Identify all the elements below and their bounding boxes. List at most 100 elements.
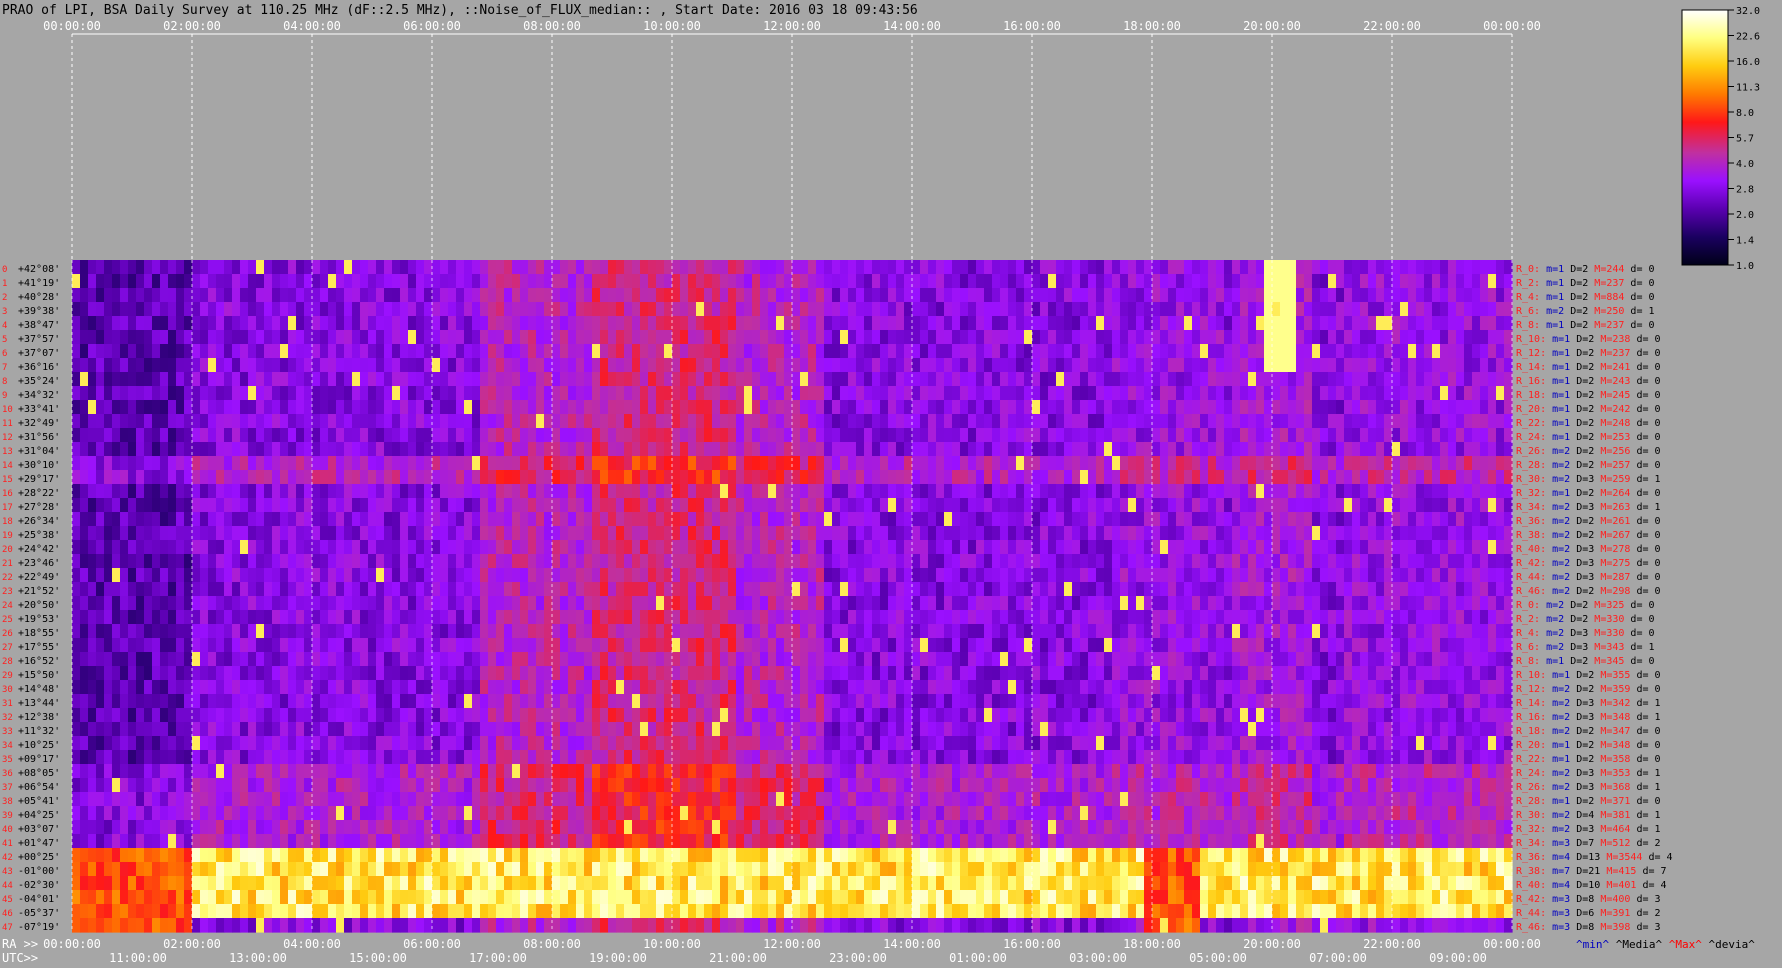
heatmap-cell (104, 708, 113, 723)
heatmap-cell (792, 344, 801, 359)
heatmap-cell (304, 918, 313, 933)
heatmap-cell (128, 834, 137, 849)
heatmap-cell (80, 372, 89, 387)
heatmap-cell (560, 750, 569, 765)
heatmap-cell (288, 428, 297, 443)
heatmap-cell (648, 414, 657, 429)
heatmap-cell (368, 386, 377, 401)
heatmap-cell (736, 288, 745, 303)
heatmap-cell (200, 442, 209, 457)
heatmap-cell (448, 428, 457, 443)
heatmap-cell (240, 820, 249, 835)
heatmap-cell (192, 666, 201, 681)
heatmap-cell (96, 274, 105, 289)
heatmap-cell (784, 834, 793, 849)
heatmap-cell (136, 470, 145, 485)
heatmap-cell (528, 386, 537, 401)
heatmap-cell (280, 582, 289, 597)
heatmap-cell (376, 666, 385, 681)
heatmap-cell (704, 638, 713, 653)
heatmap-cell (368, 456, 377, 471)
heatmap-cell (640, 764, 649, 779)
heatmap-cell (624, 526, 633, 541)
heatmap-cell (160, 260, 169, 275)
heatmap-cell (360, 638, 369, 653)
heatmap-cell (128, 512, 137, 527)
heatmap-cell (416, 568, 425, 583)
heatmap-cell (736, 568, 745, 583)
heatmap-cell (440, 764, 449, 779)
heatmap-cell (512, 652, 521, 667)
heatmap-cell (600, 722, 609, 737)
heatmap-cell (320, 344, 329, 359)
heatmap-cell (120, 414, 129, 429)
heatmap-cell (704, 862, 713, 877)
heatmap-cell (840, 596, 849, 611)
heatmap-cell (680, 540, 689, 555)
heatmap-cell (536, 918, 545, 933)
heatmap-cell (112, 666, 121, 681)
heatmap-cell (480, 722, 489, 737)
heatmap-cell (72, 316, 81, 331)
heatmap-cell (240, 554, 249, 569)
heatmap-cell (872, 498, 881, 513)
heatmap-cell (832, 694, 841, 709)
heatmap-cell (176, 470, 185, 485)
heatmap-cell (384, 848, 393, 863)
heatmap-cell (800, 428, 809, 443)
heatmap-cell (360, 918, 369, 933)
heatmap-cell (392, 820, 401, 835)
heatmap-cell (424, 540, 433, 555)
heatmap-cell (192, 414, 201, 429)
heatmap-cell (176, 386, 185, 401)
heatmap-cell (776, 862, 785, 877)
heatmap-cell (616, 540, 625, 555)
heatmap-cell (768, 568, 777, 583)
heatmap-cell (176, 918, 185, 933)
heatmap-cell (824, 470, 833, 485)
heatmap-cell (504, 456, 513, 471)
heatmap-cell (736, 708, 745, 723)
heatmap-cell (144, 442, 153, 457)
heatmap-cell (544, 358, 553, 373)
heatmap-cell (136, 792, 145, 807)
heatmap-cell (400, 372, 409, 387)
heatmap-cell (408, 904, 417, 919)
heatmap-cell (888, 442, 897, 457)
heatmap-cell (576, 386, 585, 401)
heatmap-cell (680, 890, 689, 905)
heatmap-cell (88, 876, 97, 891)
heatmap-cell (152, 624, 161, 639)
heatmap-cell (336, 750, 345, 765)
heatmap-cell (584, 666, 593, 681)
heatmap-cell (840, 316, 849, 331)
heatmap-cell (768, 358, 777, 373)
heatmap-cell (816, 428, 825, 443)
heatmap-cell (208, 442, 217, 457)
heatmap-cell (832, 638, 841, 653)
heatmap-cell (776, 638, 785, 653)
heatmap-cell (264, 862, 273, 877)
heatmap-cell (168, 372, 177, 387)
heatmap-cell (280, 596, 289, 611)
heatmap-cell (576, 666, 585, 681)
heatmap-cell (88, 806, 97, 821)
heatmap-cell (856, 596, 865, 611)
heatmap-cell (392, 344, 401, 359)
heatmap-cell (888, 666, 897, 681)
heatmap-cell (96, 442, 105, 457)
heatmap-cell (464, 484, 473, 499)
heatmap-cell (440, 624, 449, 639)
heatmap-cell (376, 568, 385, 583)
heatmap-cell (608, 442, 617, 457)
heatmap-cell (784, 624, 793, 639)
heatmap-cell (480, 764, 489, 779)
heatmap-cell (96, 792, 105, 807)
heatmap-cell (104, 848, 113, 863)
heatmap-cell (568, 498, 577, 513)
heatmap-cell (688, 876, 697, 891)
heatmap-cell (792, 750, 801, 765)
heatmap-cell (248, 400, 257, 415)
heatmap-cell (552, 638, 561, 653)
heatmap-cell (656, 498, 665, 513)
